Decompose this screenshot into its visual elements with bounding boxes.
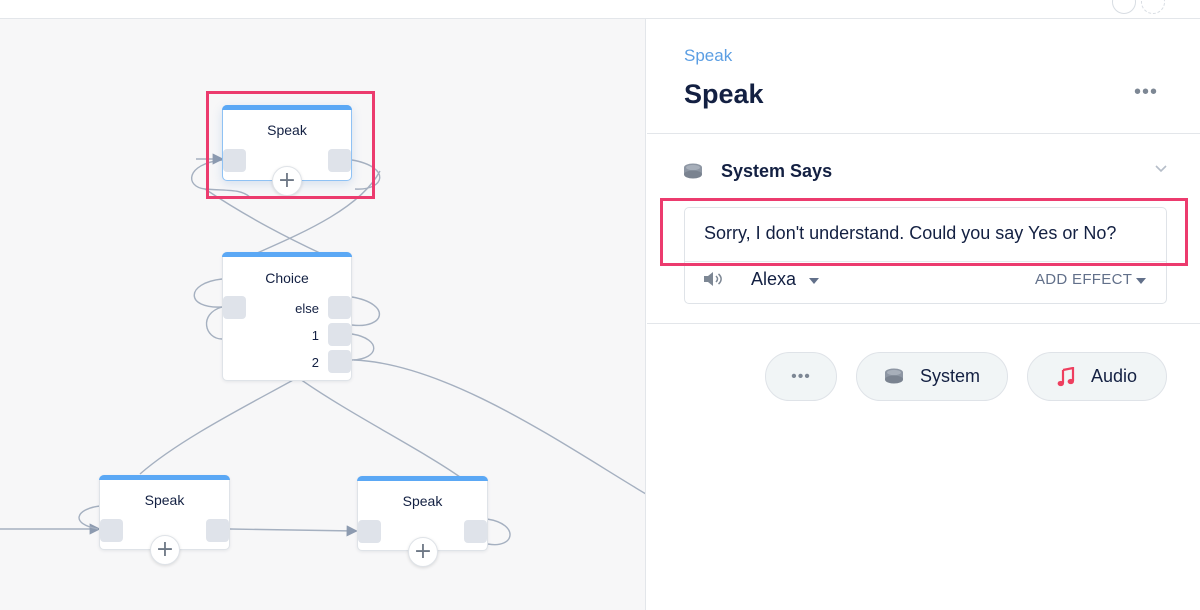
editor-panel: Speak Speak ••• System Says Sorry, I don… <box>647 19 1200 610</box>
port-label-1: 1 <box>311 328 319 343</box>
top-bar <box>0 0 1200 19</box>
input-port[interactable] <box>358 520 381 543</box>
port-label-else: else <box>295 301 319 316</box>
output-port[interactable] <box>464 520 487 543</box>
system-voice-icon <box>884 368 904 385</box>
add-step-button[interactable]: + <box>272 166 302 196</box>
add-effect-button[interactable]: ADD EFFECT <box>1035 271 1132 288</box>
add-audio-button[interactable]: Audio <box>1027 352 1167 401</box>
divider <box>685 261 1166 262</box>
more-options-icon: ••• <box>791 367 811 385</box>
flow-canvas[interactable]: Speak + Choice else 1 2 Speak + Speak + <box>0 19 646 610</box>
input-port[interactable] <box>223 149 246 172</box>
toolbar-dashed-circle-button[interactable] <box>1141 0 1165 14</box>
page-title: Speak <box>684 79 764 109</box>
divider <box>647 323 1200 324</box>
button-label: System <box>919 366 980 386</box>
add-step-button[interactable]: + <box>408 537 438 567</box>
system-voice-icon <box>684 163 702 179</box>
breadcrumb[interactable]: Speak <box>684 46 732 66</box>
divider <box>647 133 1200 134</box>
voice-select[interactable]: Alexa <box>751 269 796 290</box>
button-label: Audio <box>1090 366 1138 386</box>
toolbar-circle-button[interactable] <box>1112 0 1136 14</box>
more-steps-button[interactable]: ••• <box>765 352 837 401</box>
node-title: Speak <box>144 492 185 508</box>
more-options-icon[interactable]: ••• <box>1134 82 1158 102</box>
chevron-down-icon[interactable] <box>1154 162 1168 176</box>
choice-node[interactable]: Choice else 1 2 <box>222 252 352 381</box>
node-title: Speak <box>267 122 307 138</box>
node-title: Choice <box>265 270 309 286</box>
output-port-2[interactable] <box>328 350 351 373</box>
section-label: System Says <box>721 161 833 181</box>
speech-text-input[interactable]: Sorry, I don't understand. Could you say… <box>704 223 1116 244</box>
caret-down-icon[interactable] <box>1136 278 1146 284</box>
music-note-icon <box>1057 366 1075 387</box>
speech-editor: Sorry, I don't understand. Could you say… <box>684 207 1167 304</box>
output-port-else[interactable] <box>328 296 351 319</box>
speaker-icon <box>704 272 722 286</box>
input-port[interactable] <box>223 296 246 319</box>
input-port[interactable] <box>100 519 123 542</box>
caret-down-icon[interactable] <box>809 278 819 284</box>
output-port[interactable] <box>328 149 351 172</box>
add-step-button[interactable]: + <box>150 535 180 565</box>
port-label-2: 2 <box>311 355 319 370</box>
output-port-1[interactable] <box>328 323 351 346</box>
output-port[interactable] <box>206 519 229 542</box>
node-title: Speak <box>402 493 443 509</box>
add-system-button[interactable]: System <box>856 352 1008 401</box>
